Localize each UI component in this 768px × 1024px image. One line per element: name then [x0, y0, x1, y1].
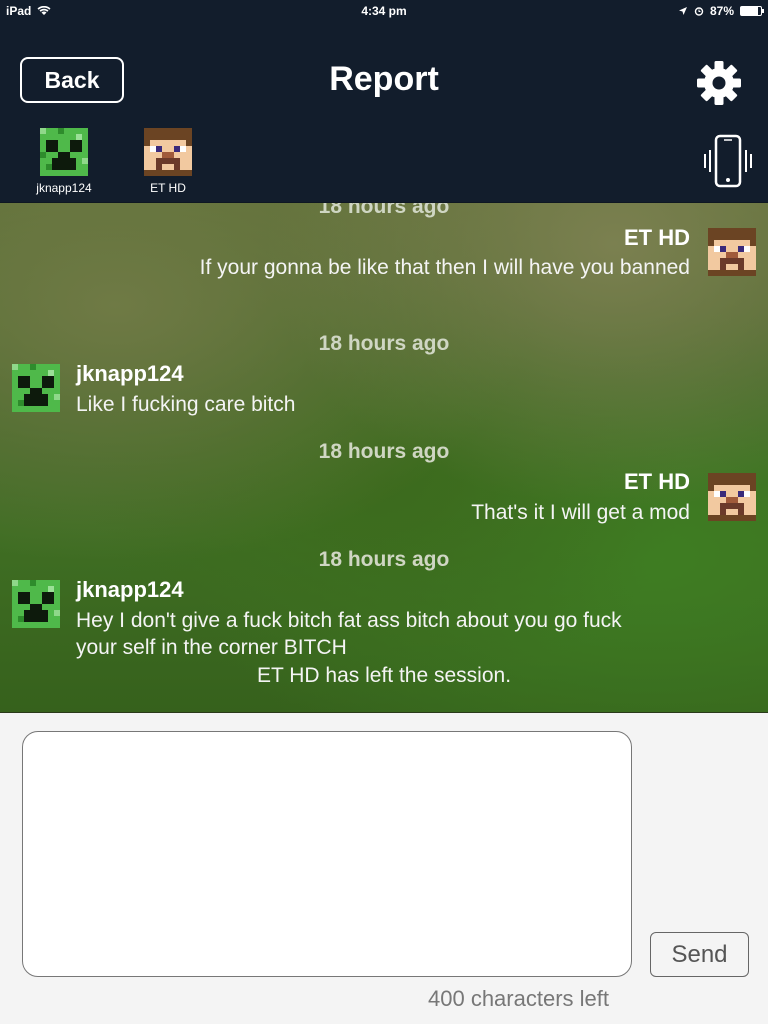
- message-timestamp: 18 hours ago: [318, 332, 450, 355]
- gear-icon[interactable]: [694, 58, 744, 108]
- message-text: That's it I will get a mod: [471, 501, 690, 524]
- message-sender: jknapp124: [76, 577, 184, 602]
- steve-avatar: [144, 128, 192, 176]
- message-text-line-1: Hey I don't give a fuck bitch fat ass bi…: [76, 609, 622, 632]
- alarm-icon: [694, 7, 704, 16]
- creeper-avatar: [40, 128, 88, 176]
- system-message: ET HD has left the session.: [256, 664, 512, 687]
- message-text: Like I fucking care bitch: [76, 393, 296, 416]
- send-button[interactable]: Send: [650, 932, 749, 977]
- participant-name: jknapp124: [36, 181, 92, 195]
- message-timestamp: 18 hours ago: [318, 548, 450, 571]
- creeper-avatar: [12, 364, 60, 412]
- message-timestamp: 18 hours ago: [318, 440, 450, 463]
- steve-avatar: [708, 473, 756, 521]
- creeper-avatar: [12, 580, 60, 628]
- steve-avatar: [708, 228, 756, 276]
- participant-name: ET HD: [150, 181, 186, 195]
- message-text-line-2: your self in the corner BITCH: [76, 636, 347, 659]
- message-sender: ET HD: [624, 225, 690, 250]
- participant-jknapp124[interactable]: jknapp124: [24, 128, 104, 195]
- location-icon: [678, 7, 687, 15]
- participant-et-hd[interactable]: ET HD: [128, 128, 208, 195]
- back-button[interactable]: Back: [20, 57, 124, 103]
- status-bar: iPad 4:34 pm 87%: [0, 0, 768, 22]
- message-input[interactable]: [22, 731, 632, 977]
- participants-list: jknapp124 ET HD: [24, 128, 208, 195]
- chat-transcript[interactable]: 18 hours ago ET HD If your gonna be like…: [0, 202, 768, 713]
- message-text: If your gonna be like that then I will h…: [199, 256, 690, 279]
- battery-percent: 87%: [709, 4, 734, 18]
- message-sender: jknapp124: [76, 361, 184, 386]
- clock: 4:34 pm: [361, 4, 407, 18]
- message-sender: ET HD: [624, 469, 690, 494]
- navigation-bar: Back Report jknapp124 ET HD: [0, 22, 768, 202]
- phone-vibrate-icon[interactable]: [700, 132, 756, 190]
- message-timestamp: 18 hours ago: [318, 202, 450, 218]
- character-count: 400 characters left: [428, 986, 609, 1011]
- battery-icon: [740, 6, 764, 16]
